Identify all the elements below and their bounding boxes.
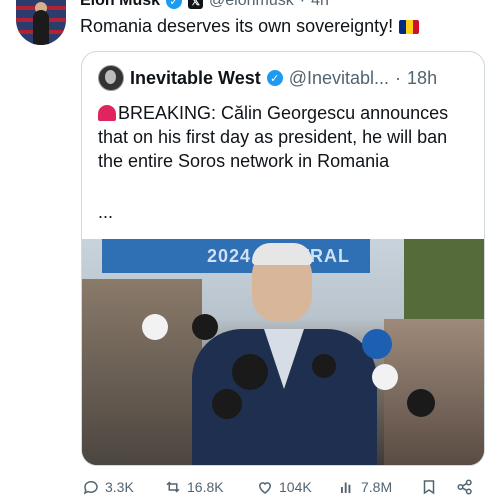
tweet-body: Romania deserves its own sovereignty! bbox=[80, 16, 394, 36]
quoted-author-avatar[interactable] bbox=[98, 65, 124, 91]
author-handle[interactable]: @elonmusk bbox=[209, 0, 294, 10]
tweet-time[interactable]: 4h bbox=[311, 0, 329, 10]
repost-icon bbox=[166, 481, 180, 493]
quoted-author-name[interactable]: Inevitable West bbox=[130, 68, 261, 89]
quoted-author-handle[interactable]: @Inevitabl... bbox=[289, 68, 389, 89]
heart-icon bbox=[258, 482, 272, 494]
time-separator: · bbox=[395, 67, 402, 88]
romania-flag-icon bbox=[399, 19, 420, 34]
quoted-tweet-text: BREAKING: Călin Georgescu announces that… bbox=[98, 101, 468, 173]
photo-banner: 2024 CENTRAL bbox=[102, 239, 370, 273]
bookmark-button[interactable] bbox=[420, 478, 456, 496]
time-separator: · bbox=[299, 0, 306, 9]
siren-icon bbox=[98, 105, 116, 121]
show-more-ellipsis[interactable]: ... bbox=[98, 202, 113, 223]
author-name[interactable]: Elon Musk bbox=[80, 0, 160, 10]
views-count: 7.8M bbox=[361, 479, 393, 495]
views-button[interactable]: 7.8M bbox=[338, 478, 420, 496]
like-count: 104K bbox=[279, 479, 312, 495]
reply-count: 3.3K bbox=[105, 479, 134, 495]
like-button[interactable]: 104K bbox=[256, 478, 338, 496]
reply-button[interactable]: 3.3K bbox=[82, 478, 164, 496]
verified-badge-icon: ✓ bbox=[166, 0, 183, 9]
share-button[interactable] bbox=[456, 478, 474, 496]
quoted-tweet-header: Inevitable West ✓ @Inevitabl... · 18h bbox=[98, 65, 437, 91]
share-icon bbox=[457, 479, 472, 495]
x-affiliation-icon: 𝕏 bbox=[188, 0, 204, 9]
tweet-header: Elon Musk ✓ 𝕏 @elonmusk · 4h bbox=[80, 0, 329, 11]
repost-count: 16.8K bbox=[187, 479, 224, 495]
bookmark-icon bbox=[423, 480, 435, 495]
quoted-tweet[interactable]: Inevitable West ✓ @Inevitabl... · 18h BR… bbox=[81, 51, 485, 466]
reply-icon bbox=[83, 480, 98, 495]
views-icon bbox=[341, 482, 351, 493]
quoted-tweet-time[interactable]: 18h bbox=[407, 68, 437, 89]
verified-badge-icon: ✓ bbox=[266, 70, 283, 86]
quoted-tweet-photo[interactable]: 2024 CENTRAL bbox=[82, 239, 484, 465]
quoted-tweet-body: BREAKING: Călin Georgescu announces that… bbox=[98, 103, 449, 171]
author-avatar[interactable] bbox=[16, 0, 66, 45]
tweet-text: Romania deserves its own sovereignty! bbox=[80, 16, 420, 37]
repost-button[interactable]: 16.8K bbox=[164, 478, 256, 496]
tweet-actions: 3.3K 16.8K 104K 7.8M bbox=[82, 478, 482, 496]
